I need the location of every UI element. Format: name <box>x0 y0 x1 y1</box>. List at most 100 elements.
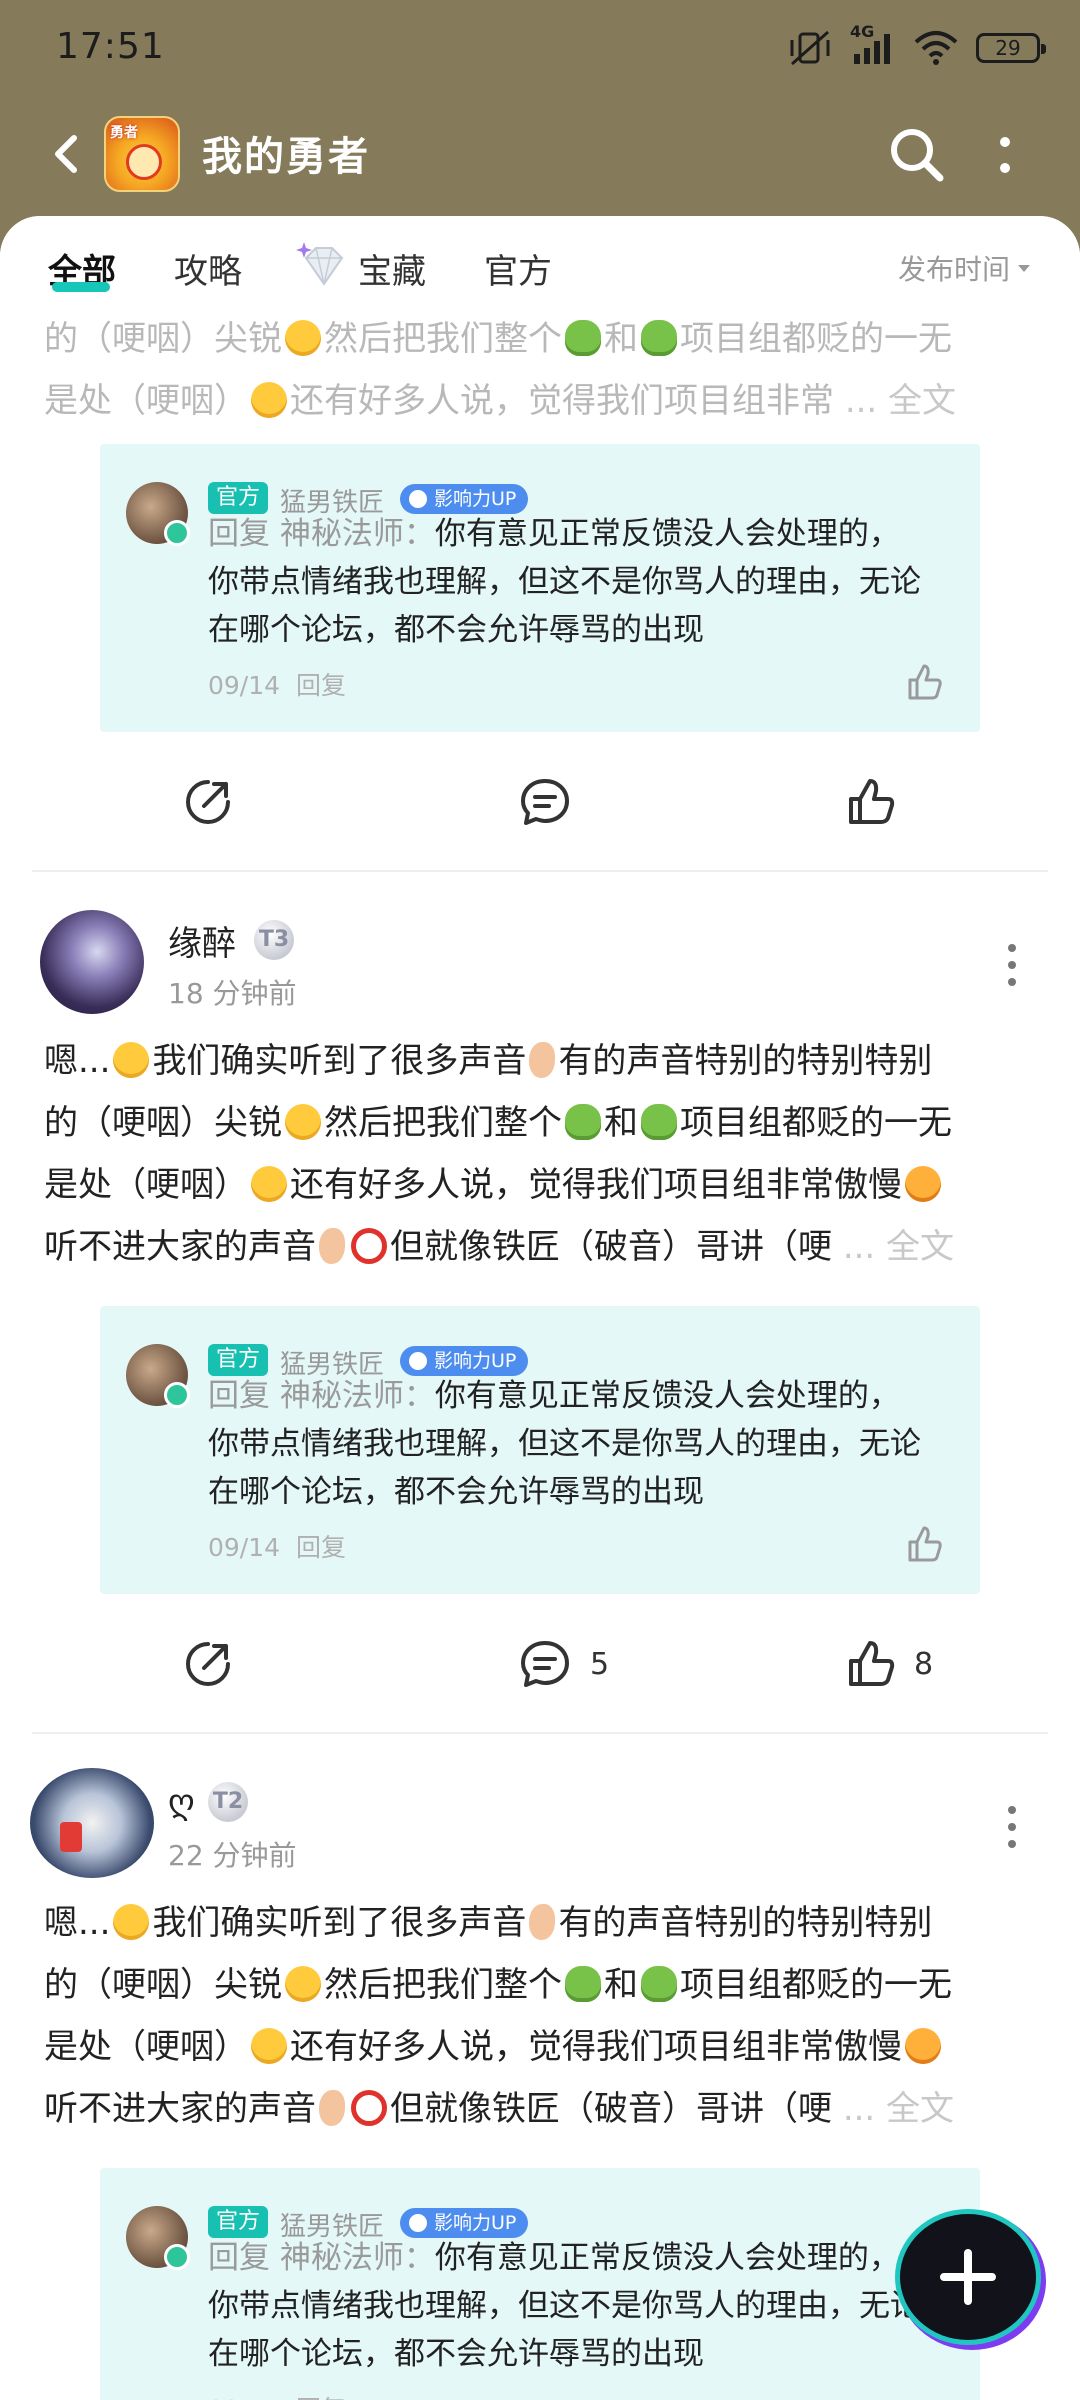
reply-text: 回复 神秘法师：你有意见正常反馈没人会处理的， 你带点情绪我也理解，但这不是你骂… <box>208 516 921 648</box>
sort-dropdown[interactable]: 发布时间 <box>898 248 1032 288</box>
more-options-button[interactable] <box>990 128 1020 184</box>
comment-button[interactable]: 5 <box>518 1624 609 1704</box>
tab-official[interactable]: 官方 <box>484 244 552 293</box>
user-name[interactable]: ღ <box>168 1782 195 1822</box>
tab-bar: 全部 攻略 宝藏 官方 发布时间 <box>0 216 1080 304</box>
share-icon <box>186 1642 230 1686</box>
reply-link[interactable]: 回复 <box>296 1533 346 1562</box>
crying-face-emoji <box>285 1104 321 1140</box>
post-divider <box>32 870 1048 872</box>
comment-count: 5 <box>590 1646 610 1682</box>
post-1-text[interactable]: 嗯... 我们确实听到了很多声音 有的声音特别的特别特别 的（哽咽）尖锐 然后把我们整… <box>44 1030 1044 1278</box>
post-time: 22 分钟前 <box>168 1839 297 1872</box>
frog-emoji <box>641 1966 677 2002</box>
loudly-crying-emoji <box>251 2028 287 2064</box>
tab-guides[interactable]: 攻略 <box>174 244 242 293</box>
post-divider <box>32 1732 1048 1734</box>
post-0-text[interactable]: 的（哽咽）尖锐 然后把我们整个和项目组都贬的一无 是处（哽咽） 还有好多人说，觉得我… <box>44 308 1044 432</box>
back-button[interactable] <box>44 126 94 182</box>
post-2-text[interactable]: 嗯... 我们确实听到了很多声音 有的声音特别的特别特别 的（哽咽）尖锐 然后把我们整… <box>44 1892 1044 2140</box>
read-more-link[interactable]: ... 全文 <box>843 2089 954 2129</box>
ear-emoji <box>319 2090 345 2126</box>
battery-level: 29 <box>995 36 1021 60</box>
logo-face-icon <box>126 144 162 180</box>
post-1-actions: 5 8 <box>0 1624 1080 1704</box>
reply-like-button[interactable] <box>904 662 944 702</box>
reply-meta: 09/14 回复 <box>208 2390 346 2400</box>
app-header: 勇者 我的勇者 <box>0 100 1080 216</box>
angry-face-emoji <box>905 1166 941 1202</box>
post-menu-button[interactable] <box>1004 1804 1020 1850</box>
comment-icon <box>521 779 569 825</box>
post-0-actions <box>0 762 1080 842</box>
thumbs-up-icon <box>908 664 942 700</box>
reply-meta: 09/14 回复 <box>208 666 346 702</box>
status-icons: 4G 29 <box>788 22 1046 68</box>
frog-emoji <box>641 1104 677 1140</box>
frog-emoji <box>565 1966 601 2002</box>
active-tab-indicator <box>52 282 110 292</box>
status-bar: 17:51 4G 29 <box>0 0 1080 100</box>
like-button[interactable]: 8 <box>846 1624 933 1704</box>
reply-date: 09/14 <box>208 1533 281 1562</box>
prohibited-emoji <box>351 1228 387 1264</box>
official-reply-quote[interactable]: 官方 猛男铁匠 影响力UP 回复 神秘法师：你有意见正常反馈没人会处理的， 你带… <box>100 1306 980 1594</box>
neutral-face-emoji <box>113 1042 150 1078</box>
share-icon <box>186 780 230 824</box>
reply-text: 回复 神秘法师：你有意见正常反馈没人会处理的， 你带点情绪我也理解，但这不是你骂… <box>208 1378 921 1510</box>
status-time: 17:51 <box>56 26 165 67</box>
create-post-button[interactable] <box>900 2214 1036 2340</box>
like-count: 8 <box>914 1646 934 1682</box>
thumbs-up-icon <box>849 1641 895 1686</box>
user-name[interactable]: 缘醉 <box>168 916 236 965</box>
reply-like-button[interactable] <box>904 1524 944 1564</box>
official-reply-quote[interactable]: 官方 猛男铁匠 影响力UP 回复 神秘法师：你有意见正常反馈没人会处理的， 你带… <box>100 2168 980 2400</box>
user-avatar[interactable] <box>30 1768 154 1878</box>
tab-treasure[interactable]: 宝藏 <box>358 244 426 293</box>
reply-text: 回复 神秘法师：你有意见正常反馈没人会处理的， 你带点情绪我也理解，但这不是你骂… <box>208 2240 921 2372</box>
ear-emoji <box>319 1228 345 1264</box>
logo-text: 勇者 <box>110 125 138 141</box>
more-vertical-icon <box>1008 944 1016 986</box>
reply-meta: 09/14 回复 <box>208 1528 346 1564</box>
user-avatar[interactable] <box>40 910 144 1014</box>
sort-label: 发布时间 <box>898 253 1011 286</box>
read-more-link[interactable]: ... 全文 <box>845 381 956 421</box>
post-menu-button[interactable] <box>1004 942 1020 988</box>
content-sheet: 全部 攻略 宝藏 官方 发布时间 的（哽咽）尖锐 然后把我们整个和项目组都贬的一无… <box>0 216 1080 2400</box>
replier-avatar[interactable] <box>126 482 190 546</box>
search-icon <box>891 129 944 182</box>
comment-button[interactable] <box>518 762 572 842</box>
crying-face-emoji <box>285 320 321 356</box>
reply-link[interactable]: 回复 <box>296 671 346 700</box>
angry-face-emoji <box>905 2028 941 2064</box>
game-logo[interactable]: 勇者 <box>104 116 180 192</box>
share-button[interactable] <box>182 1624 234 1704</box>
search-button[interactable] <box>886 124 948 186</box>
caret-down-icon <box>1018 265 1031 272</box>
post-0-line-2: 的（哽咽）尖锐 然后把我们整个和项目组都贬的一无 <box>44 319 952 359</box>
plus-icon <box>940 2249 996 2305</box>
post-time: 18 分钟前 <box>168 977 297 1010</box>
replier-avatar[interactable] <box>126 1344 190 1408</box>
level-badge: T2 <box>208 1782 248 1822</box>
diamond-icon <box>296 240 348 290</box>
network-type: 4G <box>850 22 875 41</box>
read-more-link[interactable]: ... 全文 <box>843 1227 954 1267</box>
like-button[interactable] <box>846 762 896 842</box>
neutral-face-emoji <box>113 1904 150 1940</box>
reply-link[interactable]: 回复 <box>296 2395 346 2400</box>
replier-avatar[interactable] <box>126 2206 190 2270</box>
ear-emoji <box>529 1904 556 1940</box>
reply-date: 09/14 <box>208 2395 280 2400</box>
share-button[interactable] <box>182 762 234 842</box>
more-vertical-icon <box>1000 137 1010 173</box>
thumbs-up-icon <box>908 1526 942 1562</box>
official-reply-quote[interactable]: 官方 猛男铁匠 影响力UP 回复 神秘法师：你有意见正常反馈没人会处理的， 你带… <box>100 444 980 732</box>
reply-date: 09/14 <box>208 671 281 700</box>
level-badge: T3 <box>254 920 294 960</box>
frog-emoji <box>641 320 677 356</box>
mute-vibrate-icon <box>788 28 832 68</box>
crying-face-emoji <box>285 1966 321 2002</box>
wifi-icon <box>914 30 958 66</box>
